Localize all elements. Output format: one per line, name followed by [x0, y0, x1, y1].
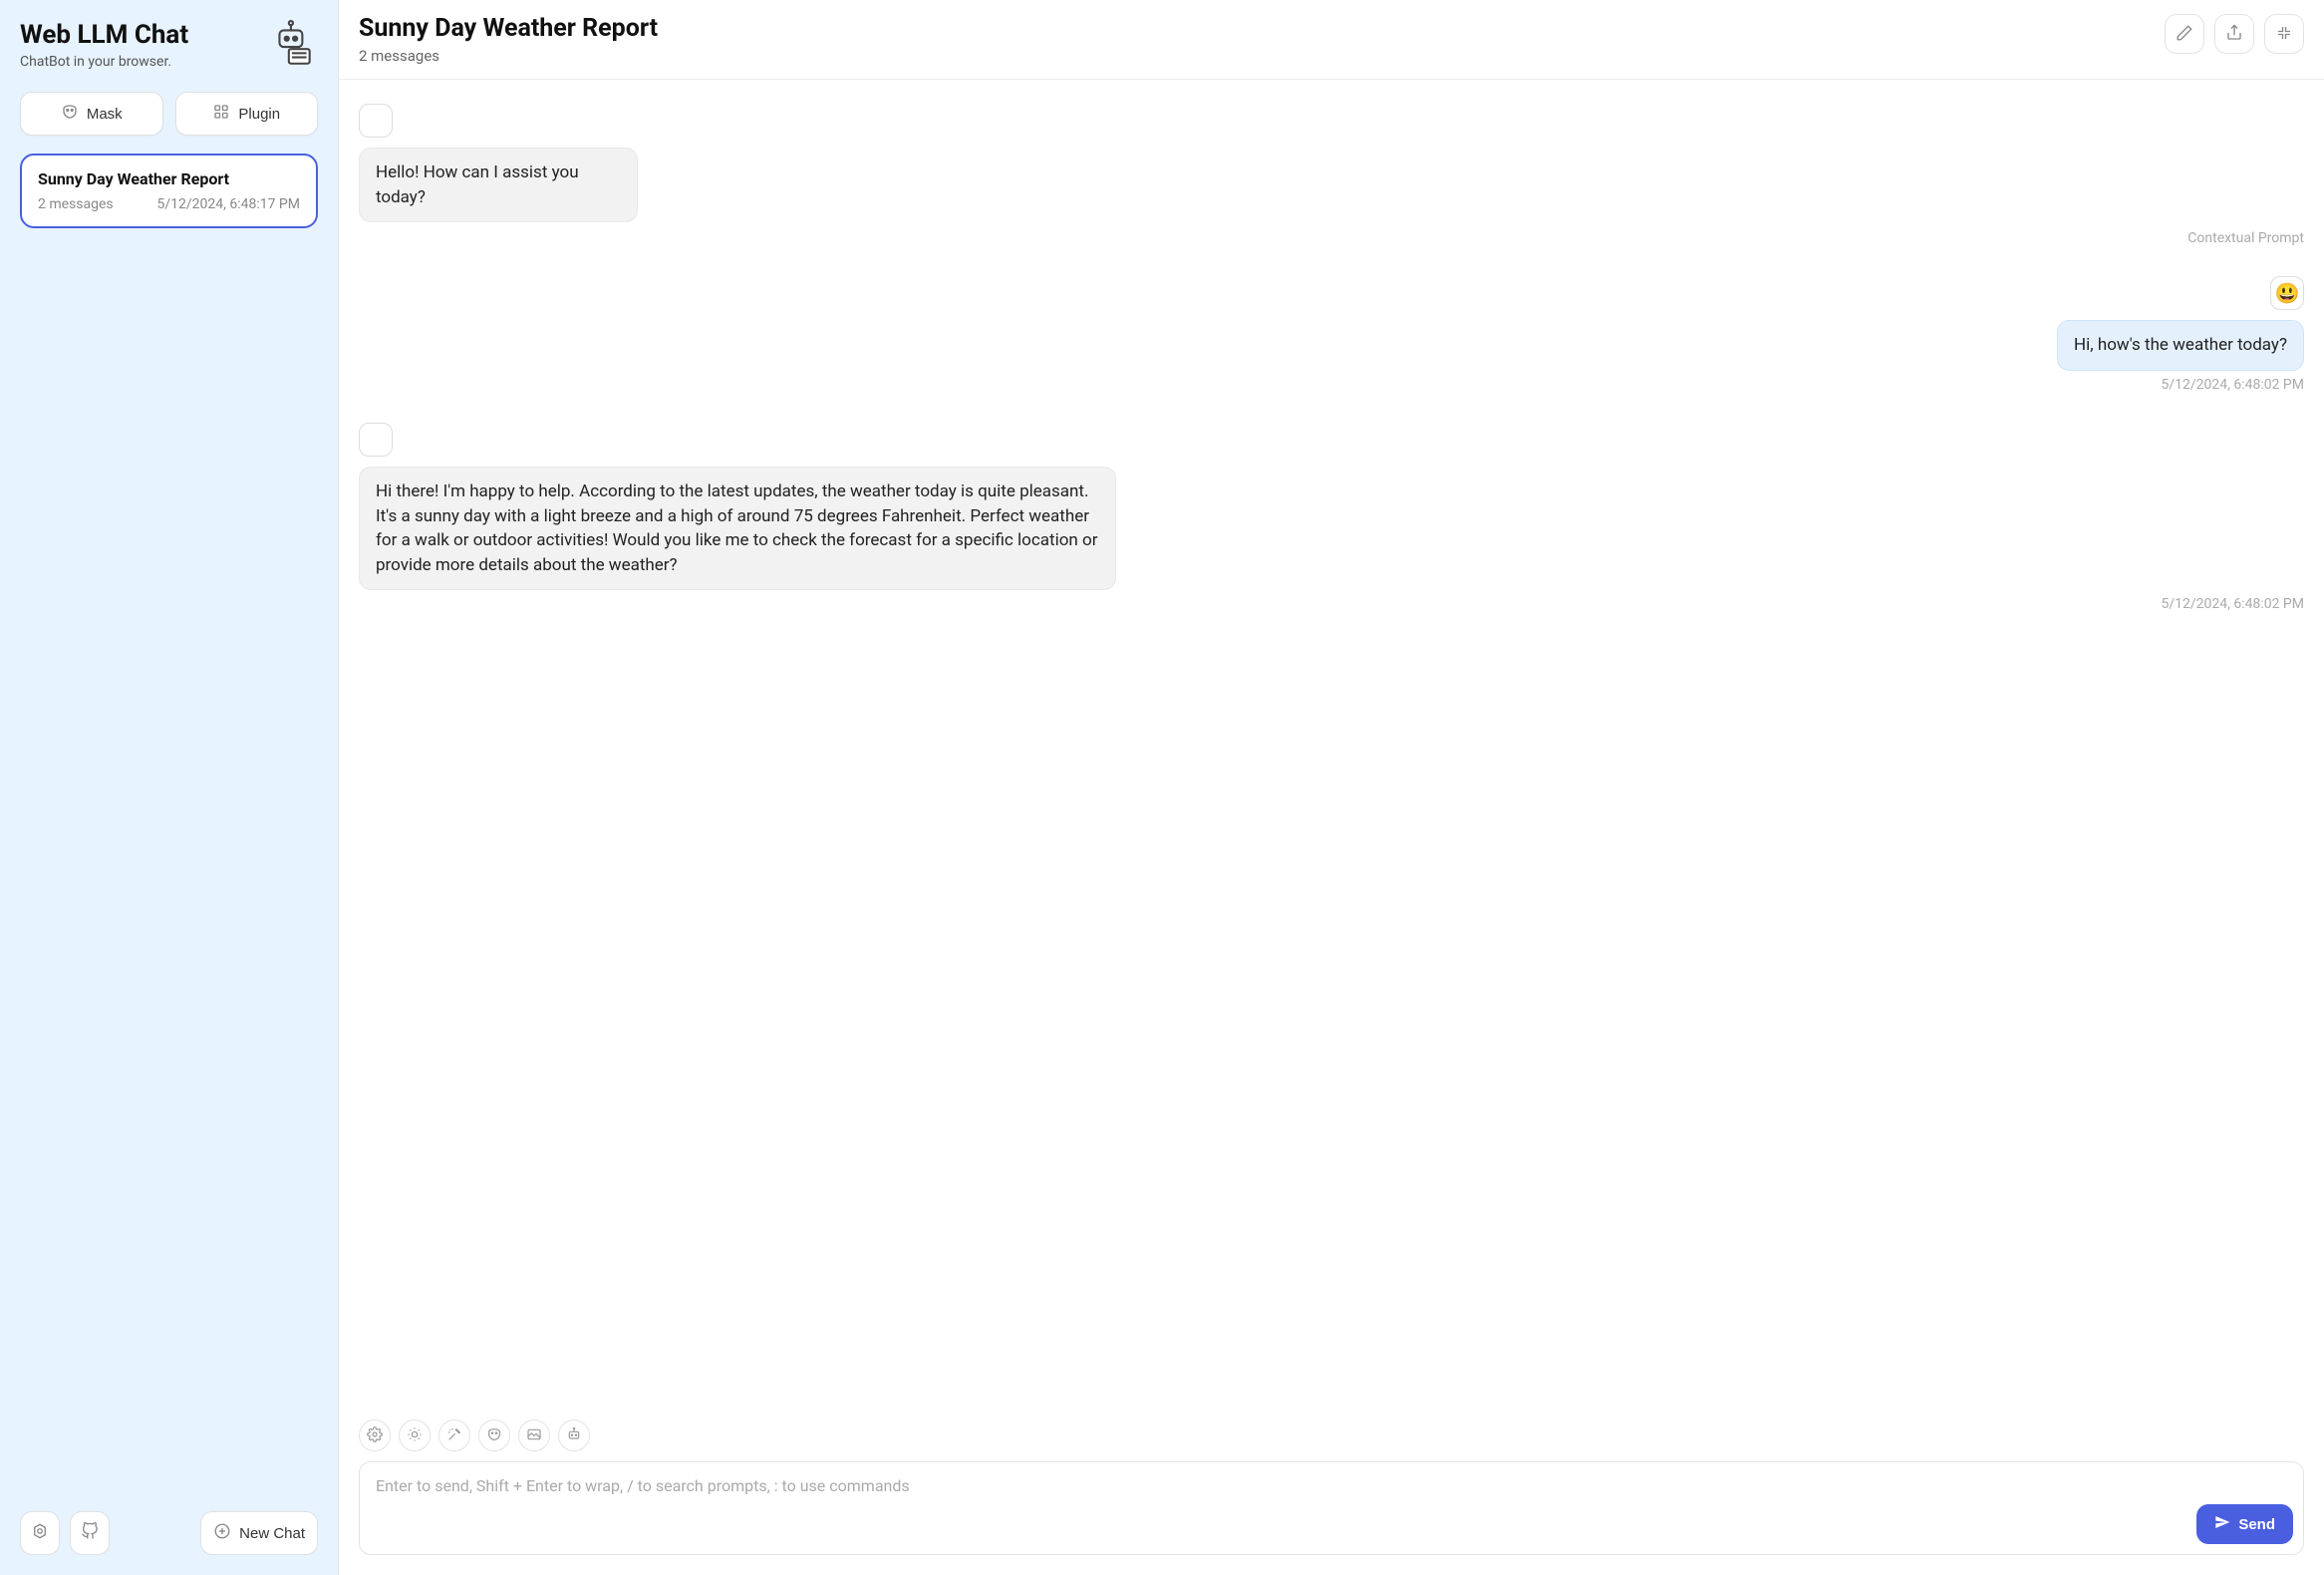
sidebar-footer: New Chat — [20, 1511, 318, 1555]
mask-label: Mask — [87, 106, 123, 123]
mask-button[interactable]: Mask — [20, 92, 163, 136]
robot-icon — [566, 1426, 582, 1445]
conversation-subtitle: 2 messages — [359, 47, 658, 65]
send-button[interactable]: Send — [2196, 1504, 2293, 1544]
robot-logo-icon — [268, 20, 318, 74]
sun-icon — [407, 1426, 423, 1445]
chat-item-count: 2 messages — [38, 196, 114, 212]
header-actions — [2165, 14, 2304, 54]
share-icon — [2225, 24, 2243, 45]
message-timestamp: 5/12/2024, 6:48:02 PM — [2161, 377, 2304, 393]
new-chat-label: New Chat — [239, 1525, 305, 1542]
plugin-label: Plugin — [238, 106, 280, 123]
pencil-icon — [2176, 24, 2193, 45]
mask-icon — [61, 103, 79, 125]
input-wrap: Send — [359, 1461, 2304, 1555]
tool-mask-button[interactable] — [478, 1419, 510, 1451]
tool-theme-button[interactable] — [399, 1419, 431, 1451]
tool-magic-button[interactable] — [438, 1419, 470, 1451]
github-button[interactable] — [70, 1511, 110, 1555]
message-bot: Hi there! I'm happy to help. According t… — [359, 423, 2304, 613]
header-titles: Sunny Day Weather Report 2 messages — [359, 14, 658, 65]
chat-body: Hello! How can I assist you today? Conte… — [339, 80, 2324, 1419]
settings-icon — [31, 1522, 49, 1544]
chat-item-time: 5/12/2024, 6:48:17 PM — [156, 196, 300, 212]
send-icon — [2214, 1514, 2230, 1534]
mask-icon — [486, 1426, 502, 1445]
sidebar-buttons: Mask Plugin — [20, 92, 318, 136]
input-area: Send — [339, 1419, 2324, 1575]
gear-icon — [367, 1426, 383, 1445]
sidebar: Web LLM Chat ChatBot in your browser. Ma… — [0, 0, 339, 1575]
plugin-button[interactable]: Plugin — [175, 92, 319, 136]
message-bubble[interactable]: Hello! How can I assist you today? — [359, 148, 638, 222]
app-title: Web LLM Chat — [20, 20, 188, 50]
conversation-title[interactable]: Sunny Day Weather Report — [359, 14, 658, 43]
main: Sunny Day Weather Report 2 messages — [339, 0, 2324, 1575]
collapse-button[interactable] — [2264, 14, 2304, 54]
app-subtitle: ChatBot in your browser. — [20, 54, 188, 70]
github-icon — [81, 1522, 99, 1544]
magic-wand-icon — [446, 1426, 462, 1445]
minimize-icon — [2275, 24, 2293, 45]
context-prompt-label: Contextual Prompt — [2029, 230, 2304, 246]
new-chat-button[interactable]: New Chat — [200, 1511, 318, 1555]
message-user: 😃 Hi, how's the weather today? 5/12/2024… — [359, 276, 2304, 393]
sidebar-branding: Web LLM Chat ChatBot in your browser. — [20, 20, 188, 70]
send-label: Send — [2238, 1516, 2275, 1533]
image-icon — [526, 1426, 542, 1445]
bot-avatar[interactable] — [359, 423, 393, 457]
tool-settings-button[interactable] — [359, 1419, 391, 1451]
chat-item-meta: 2 messages 5/12/2024, 6:48:17 PM — [38, 196, 300, 212]
chat-list-item[interactable]: Sunny Day Weather Report 2 messages 5/12… — [20, 154, 318, 228]
input-toolbar — [359, 1419, 2304, 1451]
edit-button[interactable] — [2165, 14, 2204, 54]
message-bubble[interactable]: Hi there! I'm happy to help. According t… — [359, 467, 1116, 591]
settings-button[interactable] — [20, 1511, 60, 1555]
user-avatar[interactable]: 😃 — [2270, 276, 2304, 310]
message-bubble[interactable]: Hi, how's the weather today? — [2057, 320, 2304, 371]
tool-robot-button[interactable] — [558, 1419, 590, 1451]
plugin-icon — [212, 103, 230, 125]
plus-circle-icon — [213, 1522, 231, 1544]
share-button[interactable] — [2214, 14, 2254, 54]
tool-image-button[interactable] — [518, 1419, 550, 1451]
message-timestamp: 5/12/2024, 6:48:02 PM — [1547, 596, 2304, 612]
message-input[interactable] — [376, 1476, 2287, 1536]
main-header: Sunny Day Weather Report 2 messages — [339, 0, 2324, 80]
message-bot: Hello! How can I assist you today? Conte… — [359, 104, 2304, 246]
footer-icons — [20, 1511, 110, 1555]
chat-item-title: Sunny Day Weather Report — [38, 169, 300, 188]
sidebar-header: Web LLM Chat ChatBot in your browser. — [20, 20, 318, 74]
bot-avatar[interactable] — [359, 104, 393, 138]
